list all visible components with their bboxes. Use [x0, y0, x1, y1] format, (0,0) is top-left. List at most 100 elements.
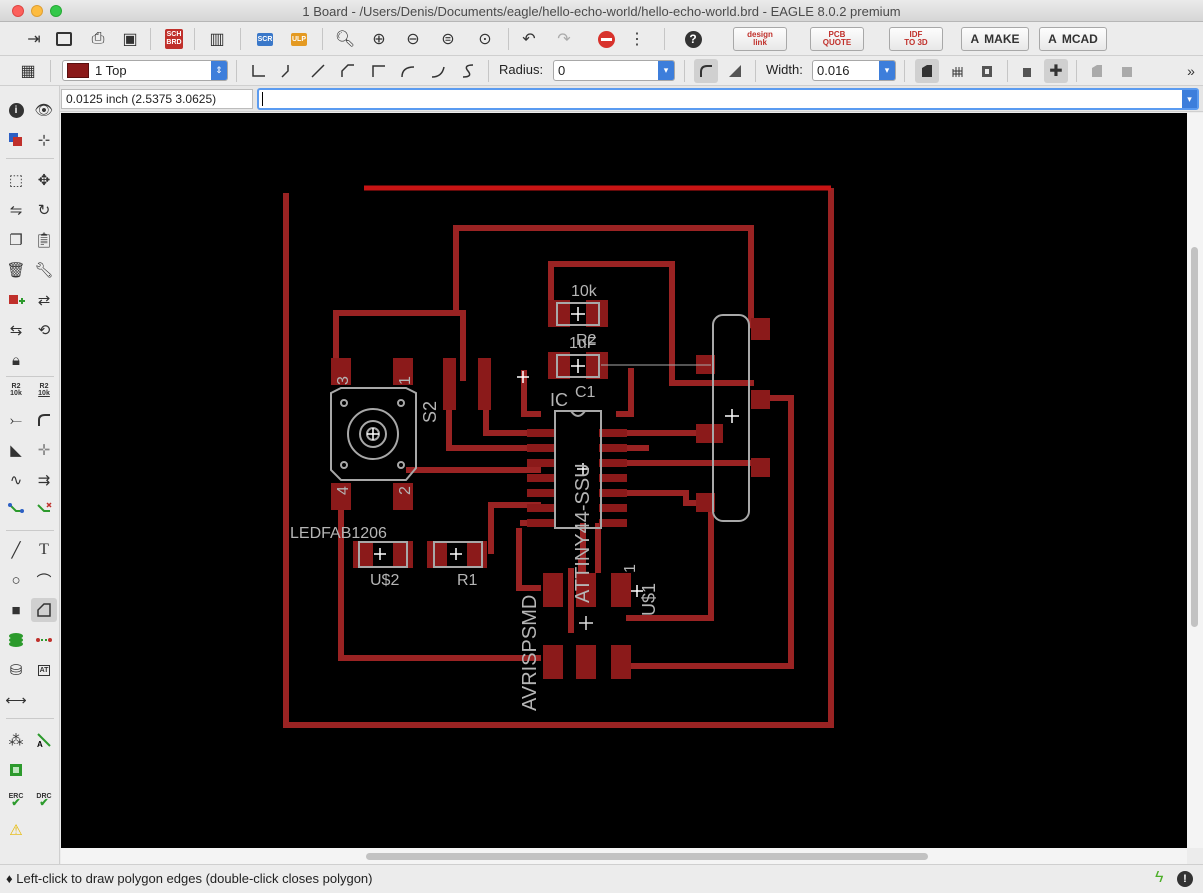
label-1uf: 1uF: [569, 335, 597, 352]
command-line-input[interactable]: ▾: [257, 88, 1199, 110]
round-corner-icon[interactable]: [694, 59, 718, 83]
value-tool[interactable]: R2 10k: [31, 378, 57, 402]
go-icon[interactable]: ⋮: [625, 27, 649, 51]
meander-icon[interactable]: ∿: [3, 468, 29, 492]
wire-bend-90b-icon[interactable]: [366, 59, 390, 83]
autorouter-icon[interactable]: A: [31, 728, 57, 752]
save-icon[interactable]: [52, 27, 76, 51]
library-icon[interactable]: ▥: [205, 27, 229, 51]
stop-button[interactable]: [594, 27, 618, 51]
paste-icon[interactable]: 📋︎: [31, 228, 57, 252]
orphans-on-icon[interactable]: [1115, 59, 1139, 83]
arc-icon[interactable]: ⌒: [31, 568, 57, 592]
polygon-icon[interactable]: [31, 598, 57, 622]
circle-icon[interactable]: ○: [3, 568, 29, 592]
drc-button[interactable]: DRC ✔: [31, 788, 57, 812]
erc-button[interactable]: ERC ✔: [3, 788, 29, 812]
redo-icon[interactable]: ↷: [552, 27, 576, 51]
ratsnest-icon[interactable]: ⁂: [3, 728, 29, 752]
wire-straight-icon[interactable]: [306, 59, 330, 83]
ripup-route-icon[interactable]: [31, 498, 57, 522]
pcb-quote-button[interactable]: PCB QUOTE: [810, 27, 864, 51]
print-icon[interactable]: ⎙: [86, 27, 110, 51]
wire-bend-45-icon[interactable]: [276, 59, 300, 83]
copy-icon[interactable]: ❐: [3, 228, 29, 252]
via-icon[interactable]: [3, 628, 29, 652]
script-button[interactable]: SCR: [253, 27, 277, 51]
text-tool-icon[interactable]: T: [31, 538, 57, 562]
route-icon[interactable]: [3, 498, 29, 522]
move-icon[interactable]: ✥: [31, 168, 57, 192]
orphans-off-icon[interactable]: [1085, 59, 1109, 83]
thermals-off-icon[interactable]: [1015, 59, 1039, 83]
wire-free-icon[interactable]: [456, 59, 480, 83]
design-block-icon[interactable]: [3, 758, 29, 782]
signal-icon[interactable]: [31, 628, 57, 652]
swap-icon[interactable]: ⇆: [3, 318, 29, 342]
design-link-button[interactable]: design link: [733, 27, 787, 51]
show-eye-icon[interactable]: 👁︎: [31, 98, 57, 122]
horizontal-scroll-thumb[interactable]: [366, 853, 928, 860]
lock-icon[interactable]: 🔒︎: [3, 348, 29, 372]
pad-c1-1: [548, 352, 570, 379]
width-select[interactable]: 0.016 ▾: [812, 60, 896, 81]
delete-icon[interactable]: 🗑︎: [3, 258, 29, 282]
chamfer-corner-icon[interactable]: [723, 59, 747, 83]
cam-processor-icon[interactable]: ▣: [118, 27, 142, 51]
exclamation-info-icon[interactable]: !: [1177, 871, 1193, 887]
lightning-bolt-icon[interactable]: ϟ: [1155, 869, 1163, 887]
board-editor-canvas[interactable]: 10k R2 1uF C1 IC ATTINY44-SSU S2 3 1 4 2…: [61, 113, 1187, 848]
split-icon[interactable]: ⤚: [3, 408, 29, 432]
rotate-icon[interactable]: ↻: [31, 198, 57, 222]
mark-icon[interactable]: ⊹: [31, 128, 57, 152]
vertical-scroll-thumb[interactable]: [1191, 247, 1198, 627]
schematic-board-switch-button[interactable]: SCH BRD: [162, 27, 186, 51]
make-button[interactable]: A MAKE: [961, 27, 1029, 51]
attribute-icon[interactable]: AT: [31, 658, 57, 682]
hole-icon[interactable]: ⛁: [3, 658, 29, 682]
add-part-icon[interactable]: [3, 288, 29, 312]
idf-to-3d-button[interactable]: IDF TO 3D: [889, 27, 943, 51]
zoom-redraw-icon[interactable]: ⊜: [436, 27, 460, 51]
group-icon[interactable]: ⬚: [3, 168, 29, 192]
rectangle-icon[interactable]: ■: [3, 598, 29, 622]
display-layers-icon[interactable]: [3, 128, 29, 152]
pour-hatch-icon[interactable]: [945, 59, 969, 83]
undo-icon[interactable]: ↶: [517, 27, 541, 51]
replace-icon[interactable]: ⇄: [31, 288, 57, 312]
wire-arc-icon[interactable]: [396, 59, 420, 83]
help-icon: ?: [684, 30, 702, 48]
pour-cutout-icon[interactable]: [975, 59, 999, 83]
warning-icon[interactable]: ⚠: [3, 818, 29, 842]
zoom-out-icon[interactable]: ⊖: [401, 27, 425, 51]
info-icon[interactable]: i: [3, 98, 29, 122]
pour-solid-icon[interactable]: [915, 59, 939, 83]
slice-icon[interactable]: ✛: [31, 438, 57, 462]
chevron-down-icon[interactable]: ▾: [1182, 90, 1197, 108]
toolbar-overflow-icon[interactable]: »: [1179, 59, 1203, 83]
wire-bend-90-icon[interactable]: [246, 59, 270, 83]
grid-icon[interactable]: ▦: [16, 59, 40, 83]
name-tool[interactable]: R2 10k: [3, 378, 29, 402]
help-button[interactable]: ?: [681, 27, 705, 51]
thermals-on-icon[interactable]: ✚: [1044, 59, 1068, 83]
label-pin1: 1: [397, 376, 414, 385]
smash-icon[interactable]: ⟲: [31, 318, 57, 342]
mirror-icon[interactable]: ⇋: [3, 198, 29, 222]
ulp-button[interactable]: ULP: [287, 27, 311, 51]
layer-select[interactable]: 1 Top ⇕: [62, 60, 228, 81]
miter-icon[interactable]: [31, 408, 57, 432]
optimize-icon[interactable]: ◣: [3, 438, 29, 462]
ripup-icon[interactable]: ⇉: [31, 468, 57, 492]
change-wrench-icon[interactable]: 🔧︎: [31, 258, 57, 282]
wire-arc-b-icon[interactable]: [426, 59, 450, 83]
open-icon[interactable]: ⇥: [22, 27, 46, 51]
mcad-button[interactable]: A MCAD: [1039, 27, 1107, 51]
dimension-icon[interactable]: ⟷: [3, 688, 29, 712]
zoom-select-icon[interactable]: ⊙: [473, 27, 497, 51]
wire-bend-45b-icon[interactable]: [336, 59, 360, 83]
wire-draw-icon[interactable]: ╱: [3, 538, 29, 562]
zoom-in-icon[interactable]: ⊕: [367, 27, 391, 51]
radius-select[interactable]: 0 ▾: [553, 60, 675, 81]
zoom-fit-icon[interactable]: 🔍︎: [333, 27, 357, 51]
